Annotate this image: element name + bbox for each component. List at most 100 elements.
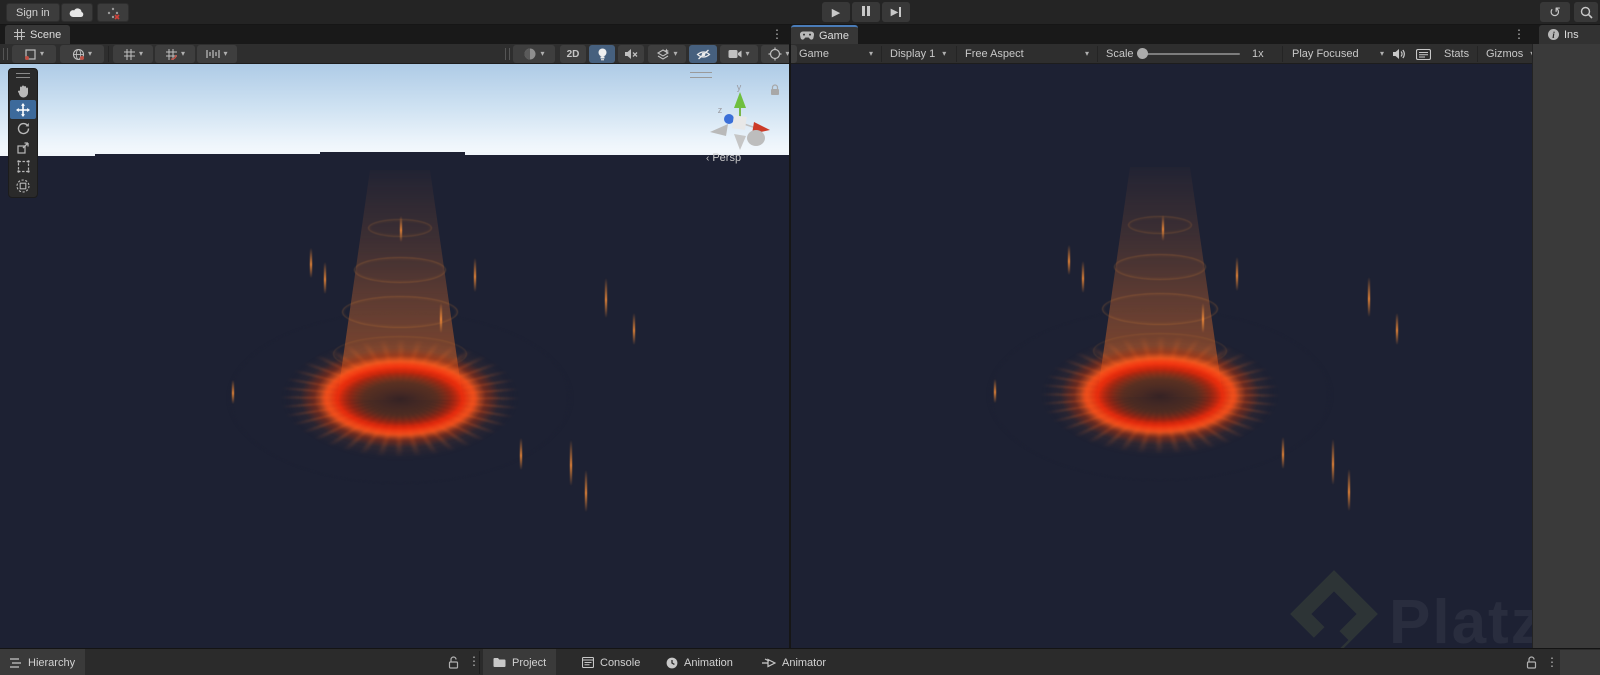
transform-tool[interactable] bbox=[10, 176, 36, 195]
undo-history-button[interactable]: ↺ bbox=[1540, 2, 1570, 22]
game-panel-menu[interactable]: ⋮ bbox=[1513, 27, 1525, 41]
scene-visibility-toggle[interactable] bbox=[689, 45, 717, 63]
camera-icon bbox=[728, 50, 742, 58]
stats-toggle[interactable]: Stats bbox=[1438, 44, 1475, 64]
cloud-button[interactable] bbox=[61, 3, 93, 22]
tab-animation[interactable]: Animation bbox=[656, 649, 743, 675]
game-viewport[interactable]: Platzi bbox=[791, 64, 1532, 648]
inspector-bottom-corner bbox=[1560, 650, 1600, 675]
tool-settings-dropdown[interactable]: ▾ bbox=[12, 45, 56, 63]
horizon-step bbox=[95, 152, 320, 154]
scale-tool[interactable] bbox=[10, 138, 36, 157]
rect-tool[interactable] bbox=[10, 157, 36, 176]
axis-z-cone bbox=[724, 114, 734, 124]
snap-increment-dropdown[interactable]: ▾ bbox=[197, 45, 237, 63]
fx-spark bbox=[310, 248, 312, 278]
scene-viewport[interactable]: y z ‹ Persp bbox=[0, 64, 789, 648]
scale-slider[interactable] bbox=[1140, 53, 1240, 55]
gamepad-icon bbox=[800, 31, 814, 40]
overlay-drag-handle[interactable] bbox=[690, 72, 712, 78]
fx-spark bbox=[400, 216, 402, 242]
eye-slash-icon bbox=[696, 49, 710, 59]
pause-button[interactable] bbox=[852, 2, 880, 22]
fx-spark bbox=[585, 470, 587, 512]
palette-drag-handle[interactable] bbox=[16, 73, 30, 78]
global-search-button[interactable] bbox=[1574, 2, 1598, 22]
move-tool[interactable] bbox=[10, 100, 36, 119]
play-button[interactable]: ▶ bbox=[822, 2, 850, 22]
monitor-grid-icon bbox=[1416, 48, 1431, 60]
play-focused-value: Play Focused bbox=[1292, 48, 1359, 60]
fx-spark bbox=[605, 278, 607, 318]
tab-console[interactable]: Console bbox=[572, 649, 650, 675]
tab-animator[interactable]: Animator bbox=[752, 649, 836, 675]
pause-icon bbox=[861, 3, 871, 21]
globe-icon bbox=[72, 48, 85, 60]
scale-icon bbox=[16, 142, 29, 154]
scene-audio-toggle[interactable] bbox=[618, 45, 644, 63]
toolbar-grip[interactable] bbox=[3, 48, 8, 60]
tab-game[interactable]: Game bbox=[791, 25, 858, 44]
scale-slider-knob[interactable] bbox=[1137, 48, 1148, 59]
collab-button[interactable] bbox=[97, 3, 129, 22]
toolbar-grip[interactable] bbox=[505, 48, 510, 60]
play-icon: ▶ bbox=[831, 6, 841, 19]
vsync-toggle[interactable] bbox=[1416, 44, 1438, 64]
tab-inspector[interactable]: i Ins bbox=[1539, 25, 1600, 44]
tab-game-label: Game bbox=[819, 29, 849, 42]
tab-scene-label: Scene bbox=[30, 28, 62, 41]
history-icon: ↺ bbox=[1549, 3, 1561, 20]
inspector-lock-toggle[interactable] bbox=[1526, 656, 1537, 669]
play-focused-dropdown[interactable]: Play Focused ▾ bbox=[1286, 44, 1390, 64]
gizmos-dropdown[interactable]: Gizmos ▾ bbox=[1480, 44, 1534, 64]
view-hand-tool[interactable] bbox=[10, 81, 36, 100]
grid-snap-dropdown[interactable]: ▾ bbox=[155, 45, 195, 63]
inspector-panel-collapsed[interactable] bbox=[1532, 44, 1600, 675]
bottom-tab-bar: Hierarchy ⋮ Project Console Animation An… bbox=[0, 648, 1600, 675]
tab-scene[interactable]: Scene bbox=[5, 25, 71, 44]
sign-in-label: Sign in bbox=[16, 6, 50, 19]
scene-camera-dropdown[interactable]: ▾ bbox=[720, 45, 758, 63]
search-icon bbox=[1580, 6, 1593, 19]
step-button[interactable]: ▶ bbox=[882, 2, 910, 22]
grid-visibility-dropdown[interactable]: ▾ bbox=[113, 45, 153, 63]
toolbar-separator bbox=[1477, 46, 1478, 62]
rotate-tool[interactable] bbox=[10, 119, 36, 138]
component-tools-dropdown[interactable]: ▾ bbox=[761, 45, 797, 63]
fx-spark bbox=[570, 440, 572, 486]
toggle-2d-button[interactable]: 2D bbox=[560, 45, 586, 63]
project-lock-toggle[interactable] bbox=[448, 656, 459, 669]
toolbar-separator bbox=[1097, 46, 1098, 62]
rotate-icon bbox=[17, 122, 29, 135]
fx-spark bbox=[1236, 257, 1238, 291]
gizmo-cube bbox=[732, 115, 747, 130]
transform-icon bbox=[16, 178, 30, 193]
sign-in-button[interactable]: Sign in bbox=[6, 3, 60, 22]
bottom-separator bbox=[479, 651, 480, 674]
game-view-mode-dropdown[interactable]: Game ▾ bbox=[793, 44, 879, 64]
fx-spark bbox=[994, 379, 996, 403]
tab-hierarchy[interactable]: Hierarchy bbox=[0, 649, 86, 675]
shading-mode-dropdown[interactable]: ▾ bbox=[513, 45, 555, 63]
chevron-down-icon: ▾ bbox=[223, 49, 228, 58]
hand-icon bbox=[17, 85, 28, 98]
shaded-sphere-icon bbox=[524, 48, 536, 60]
inspector-panel-menu[interactable]: ⋮ bbox=[1546, 655, 1558, 669]
scene-panel-menu[interactable]: ⋮ bbox=[771, 27, 783, 41]
aspect-ratio-dropdown[interactable]: Free Aspect ▾ bbox=[959, 44, 1095, 64]
display-dropdown[interactable]: Display 1 ▾ bbox=[884, 44, 954, 64]
handle-rotation-dropdown[interactable]: ▾ bbox=[60, 45, 104, 63]
mute-audio-toggle[interactable] bbox=[1392, 44, 1414, 64]
chevron-down-icon: ▾ bbox=[942, 49, 947, 58]
scene-effects-dropdown[interactable]: ▾ bbox=[648, 45, 686, 63]
scene-lighting-toggle[interactable] bbox=[589, 45, 615, 63]
axis-y-label: y bbox=[737, 82, 742, 92]
fx-ring-rim bbox=[1084, 361, 1236, 431]
projection-mode-label[interactable]: ‹ Persp bbox=[706, 152, 741, 164]
fx-spark bbox=[1282, 437, 1284, 469]
fx-spark bbox=[1348, 469, 1350, 511]
toolbar-separator bbox=[956, 46, 957, 62]
tab-project[interactable]: Project bbox=[483, 649, 557, 675]
axis-neg-cone bbox=[710, 124, 728, 136]
orientation-gizmo[interactable]: y z bbox=[698, 80, 778, 154]
